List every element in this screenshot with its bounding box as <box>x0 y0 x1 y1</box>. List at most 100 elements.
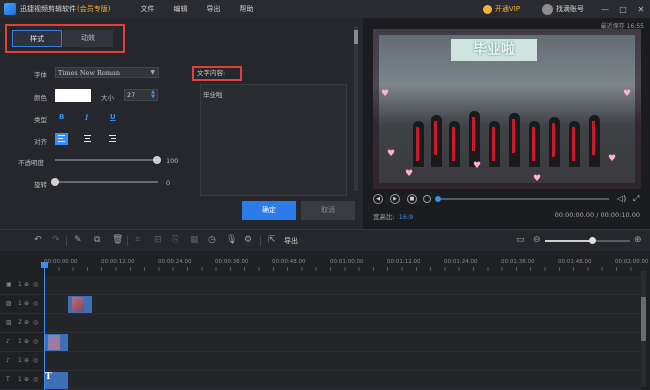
vip-button[interactable]: 开通VIP <box>482 4 520 14</box>
opacity-slider[interactable] <box>55 159 158 161</box>
panel-scrollbar[interactable] <box>354 26 358 191</box>
align-left-icon[interactable] <box>55 133 68 145</box>
eye-icon[interactable]: ◎ <box>33 300 38 307</box>
timeline-scrollbar[interactable] <box>641 271 646 387</box>
export-button[interactable]: 导出 <box>284 236 298 246</box>
time-ruler[interactable]: 00:00:00.00 00:00:12.00 00:00:24.00 00:0… <box>44 257 648 271</box>
color-swatch[interactable] <box>55 89 91 102</box>
menu-edit[interactable]: 编辑 <box>173 4 187 14</box>
rotation-slider-thumb[interactable] <box>51 178 59 186</box>
font-select[interactable]: Times New Roman ▼ <box>55 67 159 78</box>
lock-icon[interactable]: ⊕ <box>24 338 29 345</box>
eye-icon[interactable]: ◎ <box>33 376 38 383</box>
lock-icon[interactable]: ⊕ <box>24 300 29 307</box>
tab-style[interactable]: 样式 <box>12 30 62 47</box>
align-center-icon[interactable] <box>81 133 94 145</box>
photo-clip[interactable] <box>68 296 92 313</box>
close-button[interactable]: ✕ <box>632 5 650 14</box>
maximize-button[interactable]: □ <box>614 5 632 14</box>
italic-button[interactable]: I <box>85 113 88 122</box>
spinner-icon[interactable]: ▲ ▼ <box>151 90 155 100</box>
track-row[interactable] <box>44 333 641 352</box>
playback-progress-thumb[interactable] <box>435 196 441 202</box>
text-clip[interactable]: T <box>44 372 68 389</box>
ruler-label: 00:01:12.00 <box>387 259 421 265</box>
undo-icon[interactable]: ↶ <box>34 235 42 245</box>
fit-icon[interactable]: ▭ <box>516 235 525 245</box>
video-preview[interactable]: ♥ ♥ ♥ ♥ ♥ ♥ ♥ 毕业啦 <box>373 29 641 189</box>
track-header-image[interactable]: ▨ 1 ⊕ ◎ <box>0 295 44 314</box>
crop-icon[interactable]: ⌗ <box>135 235 140 245</box>
lock-icon[interactable]: ⊕ <box>24 319 29 326</box>
eye-icon[interactable]: ◎ <box>33 319 38 326</box>
track-number: 1 <box>18 281 22 288</box>
cancel-button[interactable]: 取消 <box>301 201 355 220</box>
track-row[interactable] <box>44 276 641 295</box>
mic-icon[interactable]: 🎙 <box>226 235 237 245</box>
bold-button[interactable]: B <box>59 113 64 121</box>
clock-icon[interactable]: ◷ <box>208 235 216 245</box>
track-header-audio[interactable]: ♪ 1 ⊕ ◎ <box>0 333 44 352</box>
opacity-slider-thumb[interactable] <box>153 156 161 164</box>
lock-icon[interactable]: ⊕ <box>24 376 29 383</box>
track-header-image[interactable]: ▨ 2 ⊕ ◎ <box>0 314 44 333</box>
tab-animation[interactable]: 动效 <box>63 30 113 47</box>
font-label: 字体 <box>34 71 47 79</box>
aspect-ratio[interactable]: 宽高比: 16:9 <box>373 211 413 221</box>
zoom-slider[interactable] <box>545 240 630 242</box>
redo-icon[interactable]: ↷ <box>52 235 60 245</box>
track-row[interactable]: T <box>44 371 641 390</box>
frame-icon[interactable] <box>423 195 431 203</box>
align-right-icon[interactable] <box>106 133 119 145</box>
zoom-in-icon[interactable]: ⊕ <box>634 235 642 245</box>
eye-icon[interactable]: ◎ <box>33 281 38 288</box>
edit-icon[interactable]: ✎ <box>74 235 82 245</box>
menu-file[interactable]: 文件 <box>140 4 154 14</box>
underline-button[interactable]: U <box>110 113 116 121</box>
volume-icon[interactable]: ◁) <box>617 194 626 203</box>
media-clip[interactable] <box>44 334 68 351</box>
eye-icon[interactable]: ◎ <box>33 338 38 345</box>
menu-export[interactable]: 导出 <box>206 4 220 14</box>
play-icon[interactable]: ▶ <box>390 194 400 204</box>
split-icon[interactable]: ⊟ <box>154 235 162 245</box>
zoom-slider-thumb[interactable] <box>588 237 596 244</box>
rotation-label: 旋转 <box>34 181 47 189</box>
size-label: 大小 <box>101 94 114 102</box>
player-controls: ◀ ▶ ■ ◁) ⤢ <box>363 192 650 206</box>
account-label[interactable]: 找滴账号 <box>556 4 584 14</box>
track-row[interactable] <box>44 352 641 371</box>
track-header-audio[interactable]: ♪ 1 ⊕ ◎ <box>0 352 44 371</box>
track-row[interactable] <box>44 314 641 333</box>
previous-icon[interactable]: ◀ <box>373 194 383 204</box>
mosaic-icon[interactable]: ▦ <box>190 235 199 245</box>
fullscreen-icon[interactable]: ⤢ <box>633 194 639 204</box>
frame-border <box>373 29 641 189</box>
playhead[interactable] <box>44 264 45 390</box>
playhead-handle[interactable] <box>41 262 48 268</box>
confirm-button[interactable]: 确定 <box>242 201 296 220</box>
stop-icon[interactable]: ■ <box>407 194 417 204</box>
copy-icon[interactable]: ⎘ <box>172 235 179 245</box>
track-header-text[interactable]: T 1 ⊕ ◎ <box>0 371 44 390</box>
settings-icon[interactable]: ⚙ <box>244 235 252 245</box>
size-input[interactable]: 27 ▲ ▼ <box>124 89 158 101</box>
image-icon: ▨ <box>6 300 12 307</box>
export-icon[interactable]: ⇱ <box>268 235 276 245</box>
zoom-out-icon[interactable]: ⊖ <box>533 235 541 245</box>
minimize-button[interactable]: — <box>596 5 614 14</box>
eye-icon[interactable]: ◎ <box>33 357 38 364</box>
lock-icon[interactable]: ⊕ <box>24 281 29 288</box>
delete-icon[interactable]: 🗑 <box>112 235 123 245</box>
track-header-video[interactable]: ▣ 1 ⊕ ◎ <box>0 276 44 295</box>
cut-icon[interactable]: ⧉ <box>94 235 100 245</box>
rotation-slider[interactable] <box>55 181 158 183</box>
avatar[interactable] <box>542 3 553 15</box>
aspect-ratio-value[interactable]: 16:9 <box>399 213 414 221</box>
track-row[interactable] <box>44 295 641 314</box>
menu-help[interactable]: 帮助 <box>239 4 253 14</box>
text-content-input[interactable]: 毕业啦 <box>200 84 347 196</box>
playback-progress[interactable] <box>436 198 609 200</box>
font-value: Times New Roman <box>58 69 121 77</box>
lock-icon[interactable]: ⊕ <box>24 357 29 364</box>
